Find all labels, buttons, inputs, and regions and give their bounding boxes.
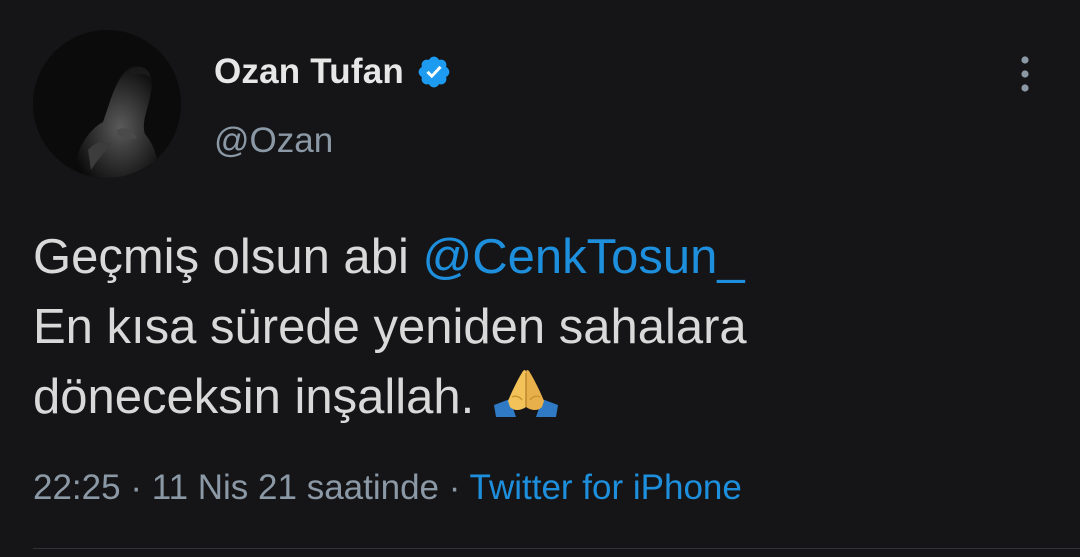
folded-hands-icon bbox=[490, 366, 562, 417]
tweet-detail: Ozan Tufan @Ozan Geçmiş olsun abi @CenkT… bbox=[0, 0, 1080, 557]
tweet-text-line-3: döneceksin inşallah. bbox=[33, 362, 1033, 432]
verified-badge-icon bbox=[416, 54, 452, 90]
display-name[interactable]: Ozan Tufan bbox=[214, 52, 404, 92]
tweet-text-line-1: Geçmiş olsun abi @CenkTosun_ bbox=[33, 222, 1033, 292]
user-handle[interactable]: @Ozan bbox=[214, 121, 333, 161]
tweet-date[interactable]: 11 Nis 21 saatinde bbox=[152, 468, 439, 507]
avatar[interactable] bbox=[33, 30, 181, 178]
meta-separator: · bbox=[120, 468, 152, 507]
tweet-text: Geçmiş olsun abi @CenkTosun_ En kısa sür… bbox=[33, 222, 1033, 432]
mention-link[interactable]: @CenkTosun_ bbox=[422, 230, 744, 284]
tweet-meta: 22:25 · 11 Nis 21 saatinde · Twitter for… bbox=[33, 468, 742, 508]
tweet-time[interactable]: 22:25 bbox=[33, 468, 121, 507]
name-row: Ozan Tufan bbox=[214, 50, 452, 94]
more-vertical-icon[interactable] bbox=[1008, 54, 1042, 94]
divider bbox=[33, 548, 1080, 549]
meta-separator: · bbox=[439, 468, 470, 507]
tweet-source-link[interactable]: Twitter for iPhone bbox=[470, 468, 742, 507]
tweet-text-line-2: En kısa sürede yeniden sahalara bbox=[33, 300, 747, 354]
tweet-text-segment: Geçmiş olsun abi bbox=[33, 230, 423, 284]
avatar-photo bbox=[33, 30, 181, 178]
tweet-text-segment: döneceksin inşallah. bbox=[33, 370, 475, 424]
